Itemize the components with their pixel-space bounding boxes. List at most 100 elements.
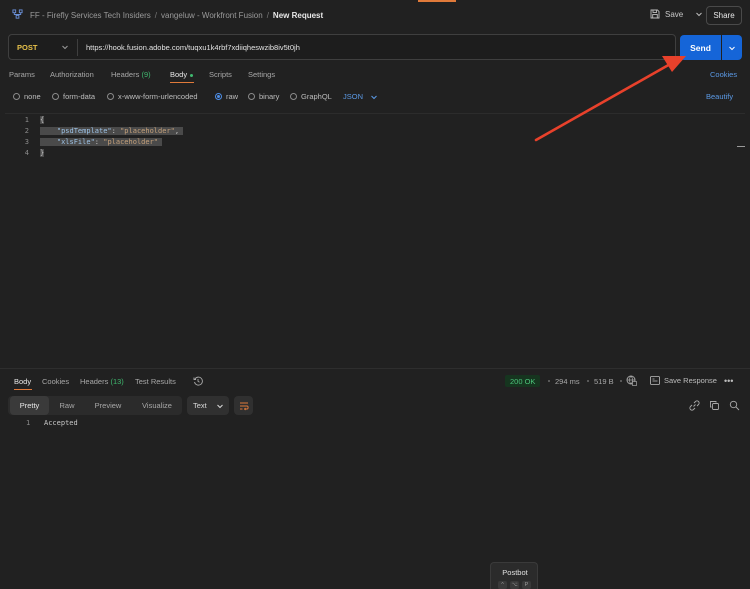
editor-line: 3 "xlsFile": "placeholder"	[5, 137, 745, 148]
status-badge[interactable]: 200 OK	[505, 375, 541, 387]
radio-label: binary	[259, 92, 280, 101]
radio-raw[interactable]: raw	[215, 92, 238, 101]
view-preview[interactable]: Preview	[88, 396, 128, 415]
radio-circle	[52, 93, 59, 100]
tab-body-label: Body	[170, 70, 188, 79]
copy-icon[interactable]	[709, 400, 720, 411]
url-input[interactable]: https://hook.fusion.adobe.com/tuqxu1k4rb…	[86, 43, 300, 52]
radio-none[interactable]: none	[13, 92, 41, 101]
language-select[interactable]: JSON	[343, 92, 378, 101]
tab-scripts[interactable]: Scripts	[209, 70, 232, 79]
breadcrumb-workspace[interactable]: FF - Firefly Services Tech Insiders	[30, 11, 151, 20]
tab-body[interactable]: Body	[170, 70, 194, 79]
share-button[interactable]: Share	[706, 6, 742, 25]
response-time[interactable]: 294 ms	[555, 377, 580, 386]
radio-label: x-www-form-urlencoded	[118, 92, 198, 101]
tab-params[interactable]: Params	[9, 70, 35, 79]
active-tab-underline	[14, 389, 32, 390]
tab-authorization[interactable]: Authorization	[50, 70, 94, 79]
save-button[interactable]: Save	[650, 9, 708, 19]
chevron-down-icon	[216, 404, 223, 408]
save-icon	[650, 9, 660, 19]
response-tab-headers-label: Headers	[80, 377, 109, 386]
chevron-down-icon[interactable]	[695, 10, 703, 18]
json-key: "psdTemplate"	[56, 127, 112, 135]
format-select[interactable]: Text	[187, 396, 229, 415]
radio-label: none	[24, 92, 41, 101]
shortcut-key-ctrl: ^	[498, 581, 507, 589]
shortcut-key-option: ⌥	[510, 581, 519, 589]
json-value: "placeholder"	[120, 127, 175, 135]
brace-close: }	[40, 149, 45, 157]
response-tab-test-results[interactable]: Test Results	[135, 377, 176, 386]
chevron-down-icon	[729, 46, 735, 50]
modified-dot	[190, 73, 194, 77]
response-tab-headers[interactable]: Headers (13)	[80, 377, 124, 386]
radio-circle	[215, 93, 222, 100]
url-bar: POST https://hook.fusion.adobe.com/tuqxu…	[8, 34, 676, 60]
view-raw[interactable]: Raw	[50, 396, 84, 415]
chevron-down-icon[interactable]	[61, 43, 69, 51]
tab-headers[interactable]: Headers (9)	[111, 70, 151, 79]
json-key: "xlsFile"	[56, 138, 95, 146]
line-number: 3	[24, 138, 29, 146]
postbot-label: Postbot	[502, 568, 528, 577]
active-tab-underline	[170, 82, 194, 83]
more-options-icon[interactable]: •••	[724, 376, 733, 386]
code-text: }	[40, 149, 45, 157]
tab-headers-label: Headers	[111, 70, 140, 79]
breadcrumb-request[interactable]: New Request	[273, 11, 323, 20]
scrollbar-marker[interactable]	[737, 146, 745, 147]
separator-dot	[620, 380, 622, 382]
save-label: Save	[665, 9, 684, 19]
radio-circle	[13, 93, 20, 100]
tab-settings[interactable]: Settings	[248, 70, 275, 79]
code-text: {	[40, 116, 45, 124]
radio-graphql[interactable]: GraphQL	[290, 92, 332, 101]
radio-x-www-form-urlencoded[interactable]: x-www-form-urlencoded	[107, 92, 198, 101]
method-select[interactable]: POST	[17, 43, 37, 52]
code-text: "xlsFile": "placeholder"	[40, 138, 163, 146]
radio-circle	[290, 93, 297, 100]
language-label: JSON	[343, 92, 364, 101]
format-label: Text	[193, 401, 207, 410]
separator-dot	[548, 380, 550, 382]
line-number: 1	[24, 116, 29, 124]
save-response-button[interactable]: Save Response	[650, 376, 717, 385]
brace-open: {	[40, 116, 45, 124]
shortcut-key-p: P	[522, 581, 531, 589]
json-value: "placeholder"	[103, 138, 159, 146]
response-tab-cookies[interactable]: Cookies	[42, 377, 69, 386]
pane-divider[interactable]	[0, 368, 750, 369]
response-size[interactable]: 519 B	[594, 377, 614, 386]
link-icon[interactable]	[689, 400, 700, 411]
postbot-button[interactable]: Postbot ^ ⌥ P	[490, 562, 538, 589]
active-tab-accent	[418, 0, 456, 2]
view-visualize[interactable]: Visualize	[136, 396, 178, 415]
separator-dot	[587, 380, 589, 382]
editor-line: 4 }	[5, 148, 745, 159]
radio-binary[interactable]: binary	[248, 92, 279, 101]
radio-circle	[107, 93, 114, 100]
line-number: 2	[24, 127, 29, 135]
network-icon[interactable]	[626, 375, 637, 386]
cookies-link[interactable]: Cookies	[710, 70, 737, 79]
response-tab-body[interactable]: Body	[14, 377, 31, 386]
beautify-link[interactable]: Beautify	[706, 92, 733, 101]
send-button[interactable]: Send	[680, 35, 721, 60]
history-icon[interactable]	[193, 376, 203, 386]
breadcrumb-collection[interactable]: vangeluw - Workfront Fusion	[161, 11, 263, 20]
view-pretty[interactable]: Pretty	[10, 396, 49, 415]
divider	[77, 39, 78, 56]
breadcrumb-separator: /	[154, 11, 158, 20]
line-number: 4	[24, 149, 29, 157]
search-icon[interactable]	[729, 400, 740, 411]
body-editor[interactable]: 1 { 2 "psdTemplate": "placeholder", 3 "x…	[5, 113, 745, 366]
collection-icon	[12, 9, 23, 19]
breadcrumb: FF - Firefly Services Tech Insiders / vang…	[30, 11, 323, 20]
radio-form-data[interactable]: form-data	[52, 92, 95, 101]
radio-circle	[248, 93, 255, 100]
wrap-lines-button[interactable]	[234, 396, 253, 415]
wrap-lines-icon	[239, 402, 249, 410]
send-options-button[interactable]	[722, 35, 742, 60]
